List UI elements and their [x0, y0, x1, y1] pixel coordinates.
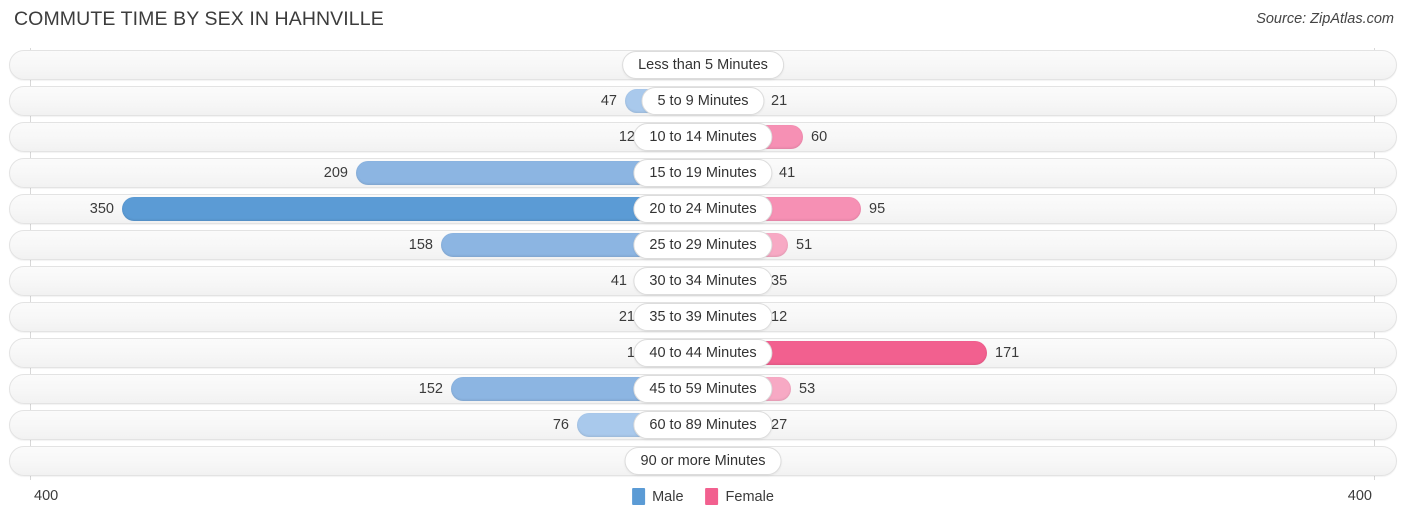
- value-label-male: 21: [618, 309, 635, 325]
- chart-row: 350 95 20 to 24 Minutes: [9, 194, 1397, 224]
- legend-swatch-icon: [705, 488, 719, 505]
- chart-row: 76 27 60 to 89 Minutes: [9, 410, 1397, 440]
- chart-plot-area: 80Less than 5 Minutes 47 21 5 to 9 Minutes 1…: [0, 48, 1406, 480]
- value-label-male: 1: [626, 345, 635, 361]
- value-label-female: 0: [771, 446, 841, 476]
- value-label-female: 35: [771, 273, 788, 289]
- chart-row: 209 41 15 to 19 Minutes: [9, 158, 1397, 188]
- legend-label: Female: [725, 488, 774, 505]
- category-label: 90 or more Minutes: [624, 447, 782, 475]
- chart-footer: 400 400 Male Female: [0, 480, 1406, 522]
- chart-row: 47 21 5 to 9 Minutes: [9, 86, 1397, 116]
- value-label-female: 12: [771, 309, 788, 325]
- value-label-female: 60: [811, 129, 828, 145]
- page-title: COMMUTE TIME BY SEX IN HAHNVILLE: [14, 8, 384, 30]
- chart-row: 21 12 35 to 39 Minutes: [9, 302, 1397, 332]
- legend-item[interactable]: Male: [632, 488, 684, 505]
- category-label: 35 to 39 Minutes: [633, 303, 773, 331]
- axis-max-left: 400: [34, 488, 59, 504]
- axis-max-right: 400: [1347, 488, 1372, 504]
- chart-header: COMMUTE TIME BY SEX IN HAHNVILLE Source:…: [0, 0, 1406, 40]
- category-label: 15 to 19 Minutes: [633, 159, 773, 187]
- chart-row: 80Less than 5 Minutes: [9, 50, 1397, 80]
- category-label: Less than 5 Minutes: [622, 51, 784, 79]
- value-label-female: 95: [869, 201, 886, 217]
- category-label: 30 to 34 Minutes: [633, 267, 773, 295]
- value-label-male: 209: [323, 165, 348, 181]
- value-label-male: 76: [552, 417, 569, 433]
- chart-row: 12 60 10 to 14 Minutes: [9, 122, 1397, 152]
- category-label: 20 to 24 Minutes: [633, 195, 773, 223]
- category-label: 10 to 14 Minutes: [633, 123, 773, 151]
- category-label: 40 to 44 Minutes: [633, 339, 773, 367]
- category-label: 60 to 89 Minutes: [633, 411, 773, 439]
- value-label-female: 53: [799, 381, 816, 397]
- chart-row: 1 171 40 to 44 Minutes: [9, 338, 1397, 368]
- source-attribution: Source: ZipAtlas.com: [1256, 11, 1394, 27]
- value-label-male: 158: [408, 237, 433, 253]
- value-label-male: 350: [89, 201, 114, 217]
- value-label-female: 171: [995, 345, 1020, 361]
- legend-item[interactable]: Female: [705, 488, 774, 505]
- chart-row: 41 35 30 to 34 Minutes: [9, 266, 1397, 296]
- bar-male[interactable]: [122, 197, 703, 221]
- value-label-female: 41: [779, 165, 796, 181]
- chart-row: 0090 or more Minutes: [9, 446, 1397, 476]
- chart-row: 158 51 25 to 29 Minutes: [9, 230, 1397, 260]
- value-label-male: 47: [600, 93, 617, 109]
- value-label-female: 51: [796, 237, 813, 253]
- legend-swatch-icon: [632, 488, 646, 505]
- value-label-female: 21: [771, 93, 788, 109]
- chart-row: 152 53 45 to 59 Minutes: [9, 374, 1397, 404]
- value-label-male: 152: [418, 381, 443, 397]
- chart-legend: Male Female: [632, 488, 774, 505]
- value-label-male: 12: [618, 129, 635, 145]
- value-label-male: 41: [610, 273, 627, 289]
- category-label: 5 to 9 Minutes: [641, 87, 765, 115]
- category-label: 25 to 29 Minutes: [633, 231, 773, 259]
- legend-label: Male: [652, 488, 684, 505]
- value-label-female: 27: [771, 417, 788, 433]
- category-label: 45 to 59 Minutes: [633, 375, 773, 403]
